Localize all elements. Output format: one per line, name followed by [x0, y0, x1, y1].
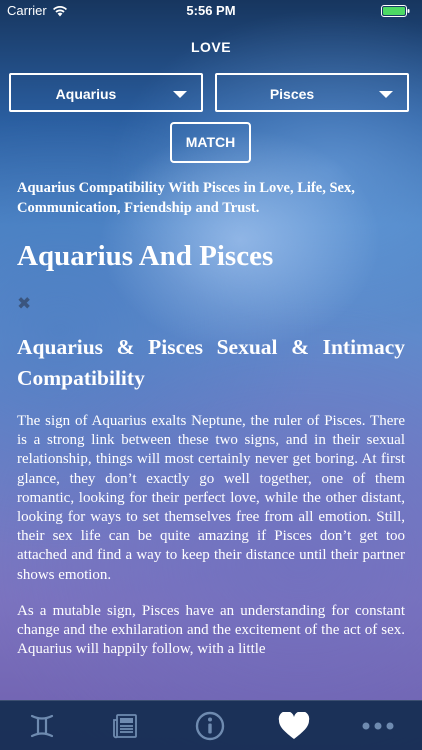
section-heading: Aquarius & Pisces Sexual & Intimacy Comp…: [17, 335, 405, 390]
battery-icon: [381, 5, 411, 20]
gemini-icon: [30, 714, 54, 738]
tab-zodiac[interactable]: [0, 701, 84, 750]
info-icon: [195, 711, 225, 741]
first-sign-value: Aquarius: [55, 86, 117, 102]
tab-love[interactable]: [252, 701, 336, 750]
newspaper-icon: [113, 714, 137, 739]
second-sign-value: Pisces: [269, 86, 315, 102]
status-bar: Carrier 5:56 PM: [0, 0, 422, 22]
broken-image-icon: ✖: [17, 294, 32, 314]
article-title: Aquarius And Pisces: [17, 240, 274, 272]
status-time: 5:56 PM: [186, 3, 236, 18]
tab-bar: [0, 700, 422, 750]
match-button[interactable]: MATCH: [170, 122, 251, 163]
tab-more[interactable]: [336, 701, 420, 750]
chevron-down-icon: [173, 91, 187, 98]
page-title: LOVE: [190, 39, 232, 55]
chevron-down-icon: [379, 91, 393, 98]
heart-icon: [278, 712, 310, 739]
first-sign-dropdown[interactable]: Aquarius: [9, 73, 203, 112]
tab-info[interactable]: [168, 701, 252, 750]
article-paragraph: The sign of Aquarius exalts Neptune, the…: [17, 413, 405, 583]
more-icon: [362, 722, 394, 730]
nav-bar: LOVE: [0, 22, 422, 72]
article-intro: Aquarius Compatibility With Pisces in Lo…: [17, 180, 355, 216]
article: Aquarius Compatibility With Pisces in Lo…: [17, 178, 405, 659]
tab-news[interactable]: [84, 701, 168, 750]
article-paragraph: As a mutable sign, Pisces have an unders…: [17, 602, 405, 658]
second-sign-dropdown[interactable]: Pisces: [215, 73, 409, 112]
